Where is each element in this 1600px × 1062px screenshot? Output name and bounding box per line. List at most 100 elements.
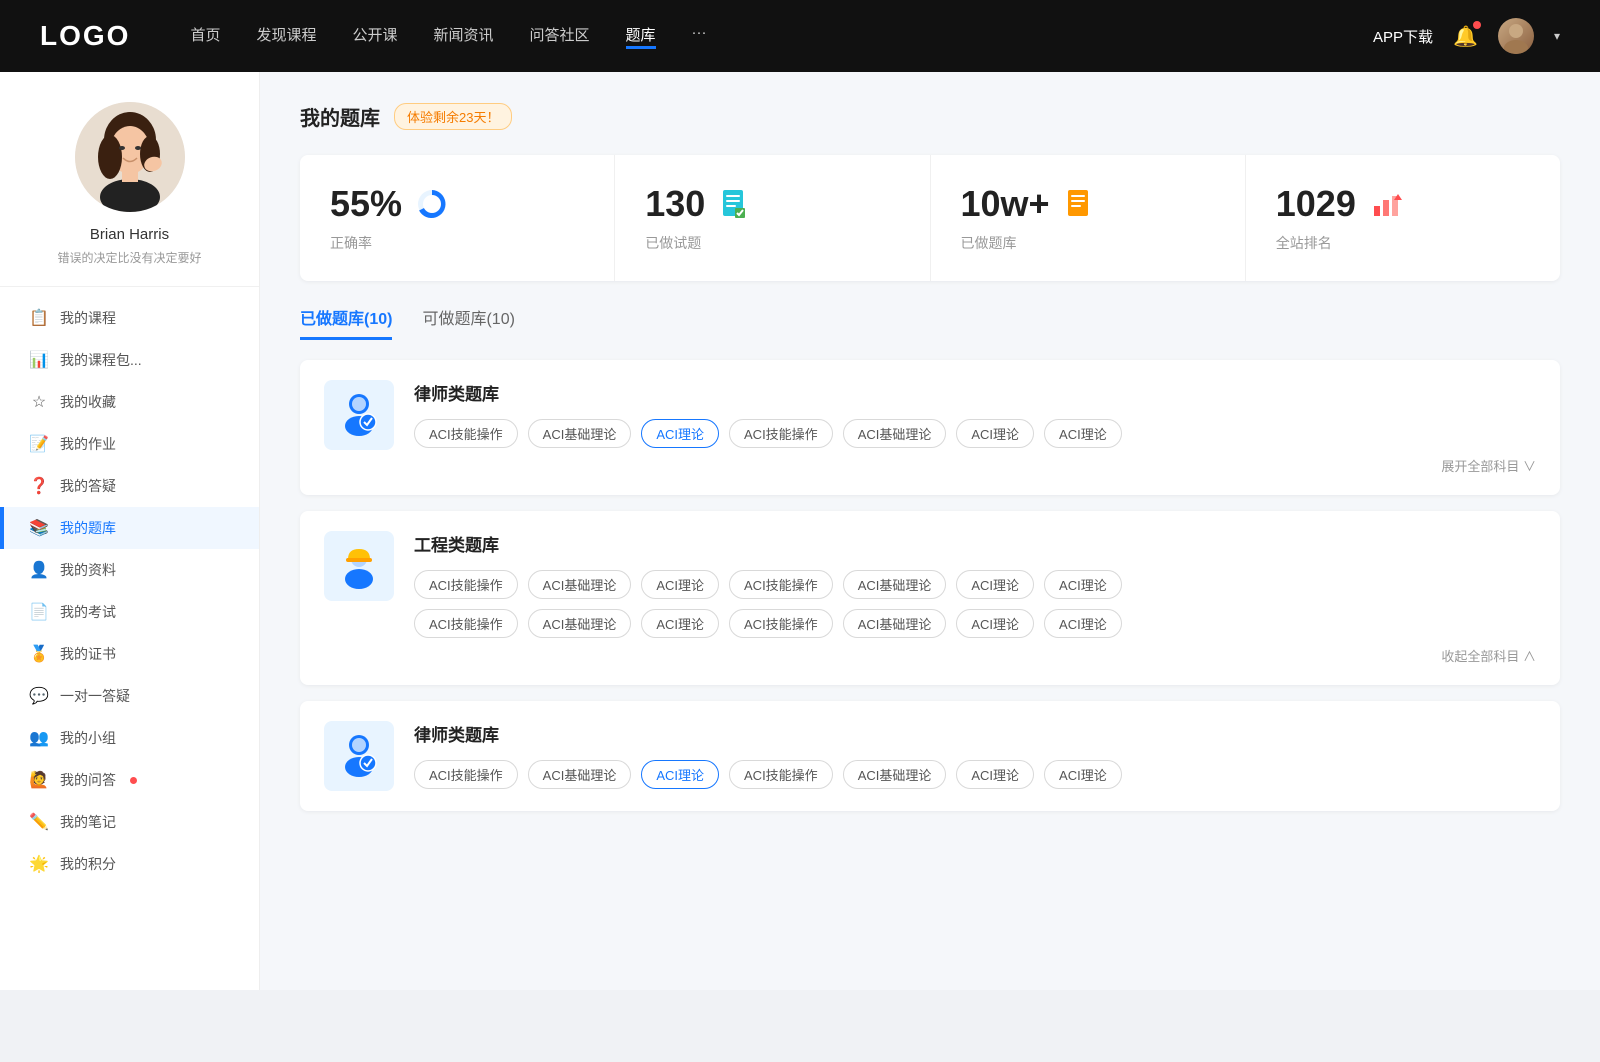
eng-tag-1[interactable]: ACI基础理论: [528, 570, 632, 599]
sidebar-item-profile[interactable]: 👤 我的资料: [0, 549, 259, 591]
stat-rank: 1029 全站排名: [1246, 155, 1560, 281]
sidebar-item-course-pack[interactable]: 📊 我的课程包...: [0, 339, 259, 381]
stat-top: 10w+: [961, 183, 1215, 225]
sidebar-item-exam[interactable]: 📄 我的考试: [0, 591, 259, 633]
l2-tag-4[interactable]: ACI基础理论: [843, 760, 947, 789]
expand-lawyer-1[interactable]: 展开全部科目 ∨: [414, 456, 1536, 475]
qa-icon: ❓: [30, 477, 48, 495]
notes-icon: ✏️: [30, 813, 48, 831]
sidebar-item-label: 我的课程: [60, 308, 116, 328]
sidebar-item-notes[interactable]: ✏️ 我的笔记: [0, 801, 259, 843]
tag-6[interactable]: ACI理论: [1044, 419, 1122, 448]
subject-name-lawyer-2: 律师类题库: [414, 721, 1536, 746]
nav-discover[interactable]: 发现课程: [256, 24, 316, 49]
nav-bank[interactable]: 题库: [626, 24, 656, 49]
subject-card-lawyer-2: 律师类题库 ACI技能操作 ACI基础理论 ACI理论 ACI技能操作 ACI基…: [300, 701, 1560, 811]
tag-3[interactable]: ACI技能操作: [729, 419, 833, 448]
stat-top: 1029: [1276, 183, 1530, 225]
homework-icon: 📝: [30, 435, 48, 453]
avatar-image: [1498, 18, 1534, 54]
app-download-button[interactable]: APP下载: [1373, 26, 1433, 47]
stat-value-done-banks: 10w+: [961, 183, 1050, 225]
eng-tag-5[interactable]: ACI理论: [956, 570, 1034, 599]
user-dropdown-arrow[interactable]: ▾: [1554, 29, 1560, 43]
subject-tags-lawyer-1: ACI技能操作 ACI基础理论 ACI理论 ACI技能操作 ACI基础理论 AC…: [414, 419, 1536, 448]
lawyer-icon-wrap: [324, 380, 394, 450]
lawyer-icon-wrap-2: [324, 721, 394, 791]
l2-tag-3[interactable]: ACI技能操作: [729, 760, 833, 789]
sidebar-item-points[interactable]: 🌟 我的积分: [0, 843, 259, 885]
sidebar-item-bank[interactable]: 📚 我的题库: [0, 507, 259, 549]
profile-icon: 👤: [30, 561, 48, 579]
stat-value-rank: 1029: [1276, 183, 1356, 225]
tag-0[interactable]: ACI技能操作: [414, 419, 518, 448]
eng-tag2-3[interactable]: ACI技能操作: [729, 609, 833, 638]
tag-4[interactable]: ACI基础理论: [843, 419, 947, 448]
sidebar-profile: Brian Harris 错误的决定比没有决定要好: [0, 102, 259, 287]
sidebar-item-qa[interactable]: ❓ 我的答疑: [0, 465, 259, 507]
eng-tag2-1[interactable]: ACI基础理论: [528, 609, 632, 638]
eng-tag-6[interactable]: ACI理论: [1044, 570, 1122, 599]
doc-teal-icon: [717, 186, 753, 222]
stat-done-questions: 130 已做试题: [615, 155, 930, 281]
sidebar-item-label: 我的积分: [60, 854, 116, 874]
sidebar-item-one-on-one[interactable]: 💬 一对一答疑: [0, 675, 259, 717]
tag-1[interactable]: ACI基础理论: [528, 419, 632, 448]
nav-open-course[interactable]: 公开课: [352, 24, 397, 49]
sidebar-item-questions[interactable]: 🙋 我的问答: [0, 759, 259, 801]
sidebar-item-course[interactable]: 📋 我的课程: [0, 297, 259, 339]
collapse-engineer[interactable]: 收起全部科目 ∧: [414, 646, 1536, 665]
subject-tags-engineer-row1: ACI技能操作 ACI基础理论 ACI理论 ACI技能操作 ACI基础理论 AC…: [414, 570, 1536, 599]
eng-tag2-4[interactable]: ACI基础理论: [843, 609, 947, 638]
stat-value-correct-rate: 55%: [330, 183, 402, 225]
notification-dot: [1473, 21, 1481, 29]
stat-top: 55%: [330, 183, 584, 225]
eng-tag2-6[interactable]: ACI理论: [1044, 609, 1122, 638]
sidebar-item-label: 我的问答: [60, 770, 116, 790]
eng-tag-0[interactable]: ACI技能操作: [414, 570, 518, 599]
sidebar-item-label: 我的题库: [60, 518, 116, 538]
sidebar-menu: 📋 我的课程 📊 我的课程包... ☆ 我的收藏 📝 我的作业 ❓ 我的答疑 📚: [0, 297, 259, 885]
sidebar-item-label: 我的收藏: [60, 392, 116, 412]
logo: LOGO: [40, 20, 130, 52]
sidebar-item-homework[interactable]: 📝 我的作业: [0, 423, 259, 465]
l2-tag-5[interactable]: ACI理论: [956, 760, 1034, 789]
tag-2[interactable]: ACI理论: [641, 419, 719, 448]
subject-card-lawyer-1: 律师类题库 ACI技能操作 ACI基础理论 ACI理论 ACI技能操作 ACI基…: [300, 360, 1560, 495]
stat-correct-rate: 55% 正确率: [300, 155, 615, 281]
eng-tag-2[interactable]: ACI理论: [641, 570, 719, 599]
eng-tag2-5[interactable]: ACI理论: [956, 609, 1034, 638]
l2-tag-6[interactable]: ACI理论: [1044, 760, 1122, 789]
nav-home[interactable]: 首页: [190, 24, 220, 49]
nav-more[interactable]: ···: [692, 24, 707, 49]
sidebar-item-label: 我的答疑: [60, 476, 116, 496]
subject-tags-lawyer-2: ACI技能操作 ACI基础理论 ACI理论 ACI技能操作 ACI基础理论 AC…: [414, 760, 1536, 789]
subject-card-inner: 律师类题库 ACI技能操作 ACI基础理论 ACI理论 ACI技能操作 ACI基…: [324, 721, 1536, 791]
eng-tag2-0[interactable]: ACI技能操作: [414, 609, 518, 638]
notification-bell[interactable]: 🔔: [1453, 24, 1478, 49]
tab-available-bank[interactable]: 可做题库(10): [422, 305, 514, 340]
sidebar-item-group[interactable]: 👥 我的小组: [0, 717, 259, 759]
nav-news[interactable]: 新闻资讯: [434, 24, 494, 49]
exam-icon: 📄: [30, 603, 48, 621]
tag-5[interactable]: ACI理论: [956, 419, 1034, 448]
pie-chart-icon: [414, 186, 450, 222]
stat-label-correct-rate: 正确率: [330, 233, 584, 253]
sidebar-item-favorites[interactable]: ☆ 我的收藏: [0, 381, 259, 423]
sidebar-item-certificate[interactable]: 🏅 我的证书: [0, 633, 259, 675]
l2-tag-1[interactable]: ACI基础理论: [528, 760, 632, 789]
tab-done-bank[interactable]: 已做题库(10): [300, 305, 392, 340]
eng-tag2-2[interactable]: ACI理论: [641, 609, 719, 638]
sidebar-item-label: 我的考试: [60, 602, 116, 622]
nav-qa[interactable]: 问答社区: [530, 24, 590, 49]
l2-tag-2[interactable]: ACI理论: [641, 760, 719, 789]
sidebar-item-label: 我的小组: [60, 728, 116, 748]
eng-tag-3[interactable]: ACI技能操作: [729, 570, 833, 599]
avatar[interactable]: [1498, 18, 1534, 54]
questions-dot: [130, 777, 137, 784]
stat-label-rank: 全站排名: [1276, 233, 1530, 253]
stat-label-done-questions: 已做试题: [645, 233, 899, 253]
subject-right-lawyer-2: 律师类题库 ACI技能操作 ACI基础理论 ACI理论 ACI技能操作 ACI基…: [414, 721, 1536, 789]
l2-tag-0[interactable]: ACI技能操作: [414, 760, 518, 789]
eng-tag-4[interactable]: ACI基础理论: [843, 570, 947, 599]
